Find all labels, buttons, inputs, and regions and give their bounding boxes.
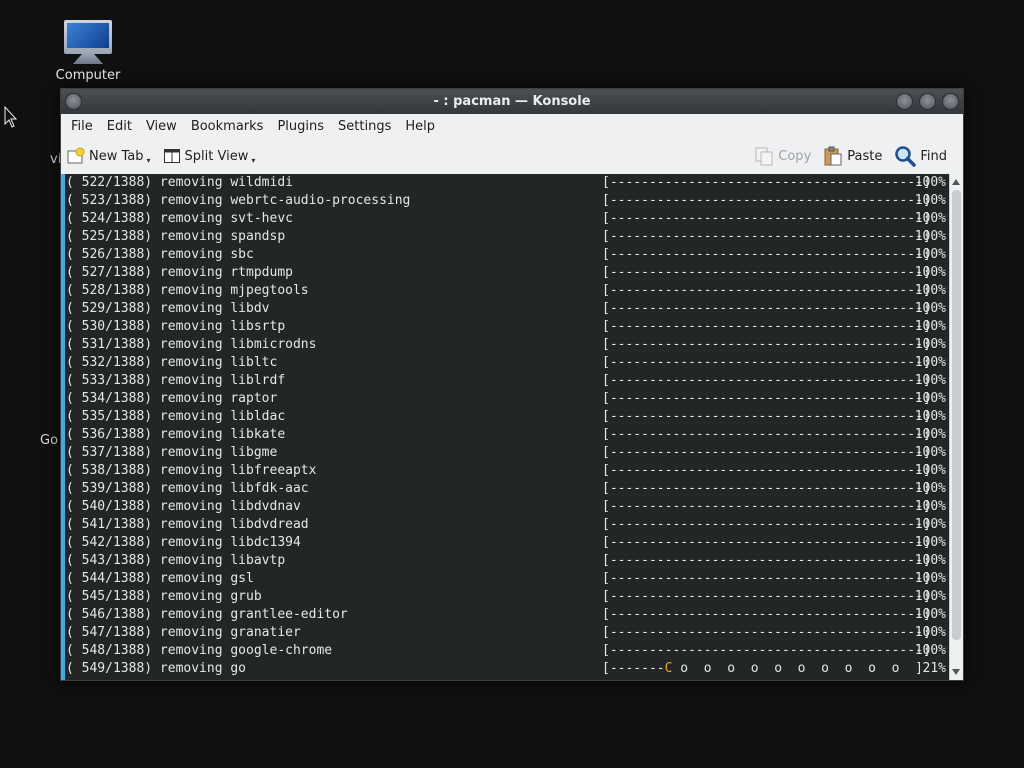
scrollbar-thumb[interactable] [952, 190, 961, 640]
terminal-line: ( 537/1388) removing libgme [------------… [66, 445, 946, 460]
terminal-line: ( 533/1388) removing liblrdf [-----------… [66, 373, 946, 388]
menu-plugins[interactable]: Plugins [270, 119, 331, 134]
scroll-up-icon[interactable] [952, 179, 960, 185]
desktop-partial-label-2: Go [40, 433, 59, 448]
desktop-computer-icon[interactable]: Computer [52, 20, 124, 83]
menu-edit[interactable]: Edit [100, 119, 139, 134]
new-tab-dropdown-icon[interactable]: ▾ [147, 156, 151, 165]
monitor-icon [64, 20, 112, 54]
terminal-line: ( 527/1388) removing rtmpdump [----------… [66, 265, 946, 280]
window-titlebar[interactable]: - : pacman — Konsole [61, 89, 963, 114]
menu-settings[interactable]: Settings [331, 119, 398, 134]
menu-view[interactable]: View [139, 119, 184, 134]
terminal-line: ( 544/1388) removing gsl [---------------… [66, 571, 946, 586]
toolbar: New Tab ▾ Split View ▾ Copy Paste Find [61, 138, 963, 175]
terminal-line: ( 523/1388) removing webrtc-audio-proces… [66, 193, 946, 208]
menu-help[interactable]: Help [398, 119, 442, 134]
window-menu-button[interactable] [65, 93, 82, 110]
find-button[interactable]: Find [888, 145, 953, 167]
copy-button[interactable]: Copy [748, 146, 817, 166]
menu-file[interactable]: File [64, 119, 100, 134]
terminal-line: ( 548/1388) removing google-chrome [-----… [66, 643, 946, 658]
terminal-line: ( 534/1388) removing raptor [------------… [66, 391, 946, 406]
menu-bookmarks[interactable]: Bookmarks [184, 119, 271, 134]
split-view-button[interactable]: Split View ▾ [157, 147, 262, 165]
terminal-line: ( 538/1388) removing libfreeaptx [-------… [66, 463, 946, 478]
terminal-line: ( 526/1388) removing sbc [---------------… [66, 247, 946, 262]
desktop-computer-label: Computer [55, 68, 121, 83]
paste-button[interactable]: Paste [817, 146, 888, 166]
terminal-line: ( 530/1388) removing libsrtp [-----------… [66, 319, 946, 334]
menubar: File Edit View Bookmarks Plugins Setting… [61, 114, 963, 138]
terminal-line-current: ( 549/1388) removing go [-------C o o o o… [66, 661, 946, 676]
close-button[interactable] [942, 93, 959, 110]
paste-icon [824, 146, 842, 166]
terminal-line: ( 547/1388) removing granatier [---------… [66, 625, 946, 640]
new-tab-icon [67, 147, 85, 164]
new-tab-label: New Tab [89, 148, 144, 164]
terminal-line: ( 536/1388) removing libkate [-----------… [66, 427, 946, 442]
terminal-line: ( 525/1388) removing spandsp [-----------… [66, 229, 946, 244]
terminal-line: ( 545/1388) removing grub [--------------… [66, 589, 946, 604]
terminal-line: ( 528/1388) removing mjpegtools [--------… [66, 283, 946, 298]
maximize-button[interactable] [919, 93, 936, 110]
new-tab-button[interactable]: New Tab ▾ [61, 147, 157, 165]
terminal-line: ( 524/1388) removing svt-hevc [----------… [66, 211, 946, 226]
terminal-line: ( 541/1388) removing libdvdread [--------… [66, 517, 946, 532]
terminal-line: ( 532/1388) removing libltc [------------… [66, 355, 946, 370]
split-view-icon [163, 149, 180, 163]
terminal-output[interactable]: ( 522/1388) removing wildmidi [----------… [61, 174, 949, 680]
terminal-line: ( 522/1388) removing wildmidi [----------… [66, 175, 946, 190]
terminal-line: ( 535/1388) removing libldac [-----------… [66, 409, 946, 424]
terminal-line: ( 529/1388) removing libdv [-------------… [66, 301, 946, 316]
split-view-label: Split View [184, 148, 249, 164]
pacman-progress-bar: [-------C o o o o o o o o o o ] [602, 661, 923, 676]
split-view-dropdown-icon[interactable]: ▾ [251, 156, 255, 165]
window-title: - : pacman — Konsole [433, 94, 591, 109]
terminal-line: ( 539/1388) removing libfdk-aac [--------… [66, 481, 946, 496]
copy-label: Copy [778, 148, 812, 164]
terminal-line: ( 531/1388) removing libmicrodns [-------… [66, 337, 946, 352]
search-icon [895, 146, 917, 167]
scroll-down-icon[interactable] [952, 669, 960, 675]
terminal-line: ( 543/1388) removing libavtp [-----------… [66, 553, 946, 568]
terminal-line: ( 542/1388) removing libdc1394 [---------… [66, 535, 946, 550]
copy-icon [755, 147, 773, 166]
paste-label: Paste [847, 148, 883, 164]
terminal-scrollbar[interactable] [949, 174, 963, 680]
mouse-cursor-icon [4, 106, 18, 128]
minimize-button[interactable] [896, 93, 913, 110]
find-label: Find [920, 148, 947, 164]
konsole-window: - : pacman — Konsole File Edit View Book… [60, 88, 964, 681]
terminal-line: ( 546/1388) removing grantlee-editor [---… [66, 607, 946, 622]
terminal-line: ( 540/1388) removing libdvdnav [---------… [66, 499, 946, 514]
